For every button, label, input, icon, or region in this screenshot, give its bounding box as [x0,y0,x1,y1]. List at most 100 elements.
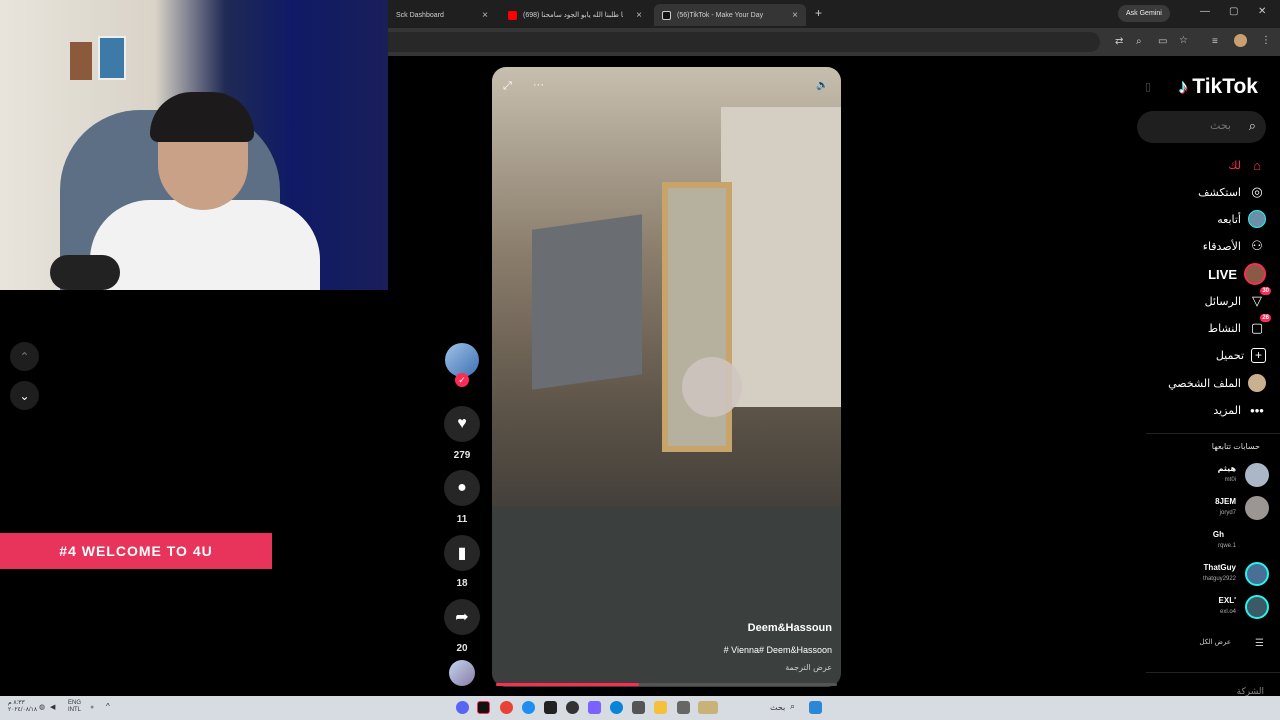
webcam-overlay [0,0,388,290]
sidebar-item-label: تحميل [1215,349,1244,362]
discord-icon[interactable] [456,701,469,714]
widget-icon[interactable] [698,701,718,714]
tab-title: (56)TikTok - Make Your Day [677,11,764,19]
video-player[interactable] [492,67,841,687]
account-item[interactable]: Gh rqwe.1 [1152,527,1272,555]
omnibox[interactable] [380,32,1100,52]
youtube-icon [508,10,517,20]
messages-badge: 30 [1260,287,1271,295]
comment-button[interactable]: ● [444,470,480,506]
store-icon[interactable] [632,701,645,714]
sidebar-collapse-icon[interactable]: ▯ [1145,80,1151,93]
sidebar-item-upload[interactable]: تحميل + [1216,345,1266,365]
zoom-icon[interactable]: ⌕ [1136,36,1142,47]
tab-dashboard[interactable]: Sck Dashboard × [388,4,496,26]
taskbar-search-label[interactable]: بحث [770,704,785,712]
app-icon[interactable] [588,701,601,714]
terminal-icon[interactable] [544,701,557,714]
tab-tiktok[interactable]: (56)TikTok - Make Your Day × [654,4,806,26]
language-layout[interactable]: INTL [68,707,81,714]
video-scene-softbox [532,214,642,390]
next-video-button[interactable]: ⌄ [10,381,39,410]
account-handle: joryd7 [1219,510,1236,516]
search-icon[interactable]: ⌕ [790,702,795,711]
sidebar-item-activity[interactable]: النشاط ▢ 26 [1208,314,1271,338]
minimize-button[interactable]: — [1200,6,1210,17]
close-icon[interactable]: × [636,10,642,21]
profile-icon [1248,374,1266,392]
following-accounts-title: حسابات تتابعها [1211,442,1260,451]
file-explorer-icon[interactable] [654,701,667,714]
video-author[interactable]: Deem&Hassoun [748,622,832,634]
account-name: ThatGuy [1203,563,1236,572]
mic-icon[interactable]: ● [90,704,94,711]
windows-start-icon[interactable] [809,701,822,714]
search-box[interactable]: ⌕ [1137,111,1266,143]
tiktok-app-icon[interactable] [477,701,490,714]
sidebar-item-live[interactable]: LIVE [1208,263,1266,285]
save-button[interactable]: ▮ [444,535,480,571]
tab-youtube[interactable]: (698) حنا طلبنا الله يابو الجود سامحنا × [500,4,650,26]
chevron-up-icon[interactable]: ^ [106,703,110,711]
reading-list-icon[interactable]: ≡ [1212,36,1218,47]
account-name: EXL' [1218,596,1236,605]
video-scene-fan [682,357,742,417]
chevron-up-icon: ⌃ [19,349,30,364]
account-handle: exl.o4 [1219,609,1236,615]
search-input[interactable] [1147,119,1231,132]
account-item[interactable]: 8JEM joryd7 [1152,494,1272,522]
volume-icon[interactable]: 🔊 [816,80,828,91]
video-progress-bar[interactable] [496,683,837,686]
comment-count: 11 [456,514,468,525]
language-code[interactable]: ENG [68,700,81,707]
creator-avatar[interactable] [445,343,479,377]
music-disc-icon[interactable] [449,660,475,686]
previous-video-button[interactable]: ⌃ [10,342,39,371]
person-hair [150,92,254,142]
browser-icon[interactable] [522,701,535,714]
sidebar-item-messages[interactable]: الرسائل ▽ 30 [1205,287,1271,311]
follow-check-icon[interactable]: ✓ [455,373,469,387]
expand-icon[interactable]: ⤢ [503,80,512,93]
speaker-icon[interactable]: ◀ [50,704,55,711]
sidebar-item-profile[interactable]: الملف الشخصي [1168,373,1266,393]
sidebar-item-following[interactable]: أتابعه [1217,209,1266,229]
live-icon [1244,263,1266,285]
network-icon[interactable]: ◍ [39,704,45,711]
bookmark-icon: ▮ [457,545,467,562]
account-handle: mt0i [1224,477,1236,483]
sidebar-divider [1146,433,1280,434]
edge-icon[interactable] [610,701,623,714]
account-item[interactable]: EXL' exl.o4 [1152,593,1272,621]
more-options-icon[interactable]: ··· [533,79,544,91]
see-translation-link[interactable]: عرض الترجمة [785,663,832,672]
sidebar-item-for-you[interactable]: لك ⌂ [1228,155,1266,175]
new-tab-button[interactable]: + [815,6,822,20]
show-all-link[interactable]: عرض الكل ☰ [1199,638,1264,649]
tiktok-logo[interactable]: ♪ TikTok [1178,75,1258,99]
account-item[interactable]: هيثم mt0i [1152,461,1272,489]
close-window-button[interactable]: ✕ [1258,6,1266,17]
share-button[interactable]: ➦ [444,599,480,635]
ask-gemini-button[interactable]: Ask Gemini [1118,5,1170,22]
sidebar-item-explore[interactable]: استكشف ◎ [1198,182,1266,202]
cast-icon[interactable]: ▭ [1158,36,1167,47]
profile-avatar[interactable] [1234,34,1247,47]
obs-icon[interactable] [566,701,579,714]
clock-time[interactable]: ٨:٣٣ م [8,700,25,707]
tab-title: Sck Dashboard [396,11,444,19]
chrome-icon[interactable] [500,701,513,714]
maximize-button[interactable]: ▢ [1229,6,1238,17]
translate-icon[interactable]: ⇄ [1115,36,1123,47]
account-item[interactable]: ThatGuy thatguy2922 [1152,560,1272,588]
search-icon[interactable]: ⌕ [1249,118,1256,134]
app-icon[interactable] [677,701,690,714]
kebab-menu-icon[interactable]: ⋮ [1261,35,1271,46]
sidebar-item-friends[interactable]: الأصدقاء ⚇ [1203,236,1266,256]
close-icon[interactable]: × [482,10,488,21]
clock-date[interactable]: ٢٠٢٤/٠٨/١٨ [8,707,37,714]
like-button[interactable]: ♥ [444,406,480,442]
bookmark-star-icon[interactable]: ☆ [1179,35,1188,46]
sidebar-item-more[interactable]: المزيد ••• [1213,400,1266,420]
close-icon[interactable]: × [792,10,798,21]
